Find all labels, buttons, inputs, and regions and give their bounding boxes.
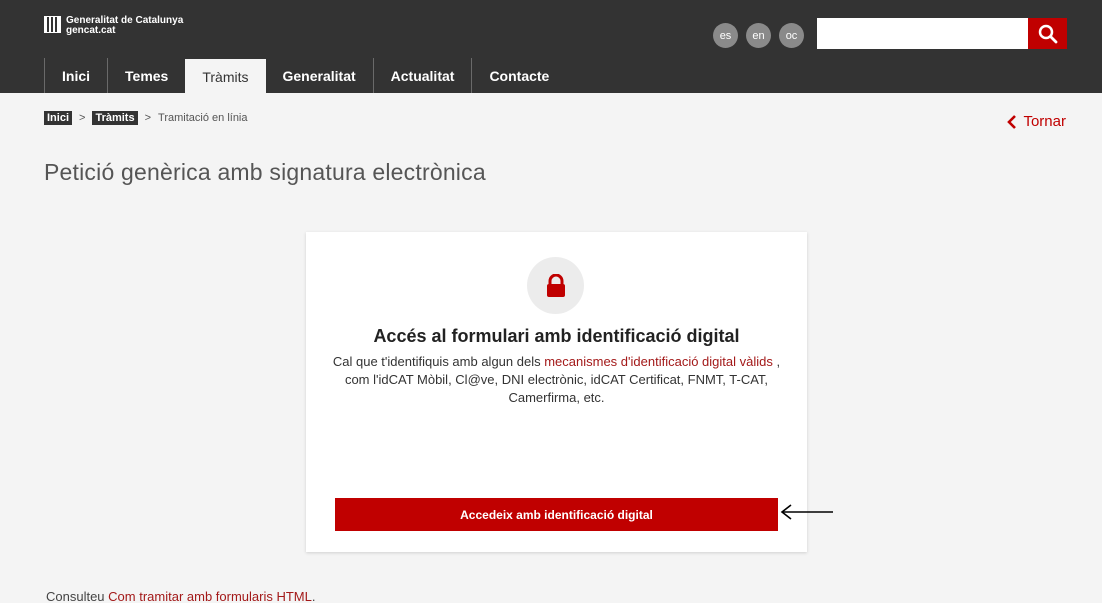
main-nav: Inici Temes Tràmits Generalitat Actualit… <box>44 58 566 94</box>
back-link[interactable]: Tornar <box>1007 113 1066 130</box>
nav-item-temes[interactable]: Temes <box>107 58 185 93</box>
breadcrumb-separator: > <box>144 112 152 124</box>
language-selector: es en oc <box>713 23 804 48</box>
footer-text: . <box>311 589 316 603</box>
identification-mechanisms-link[interactable]: mecanismes d'identificació digital vàlid… <box>544 354 773 369</box>
lock-badge <box>527 257 584 314</box>
nav-item-inici[interactable]: Inici <box>44 58 107 93</box>
nav-item-contacte[interactable]: Contacte <box>471 58 566 93</box>
lang-en[interactable]: en <box>746 23 771 48</box>
digital-id-access-button[interactable]: Accedeix amb identificació digital <box>335 498 778 531</box>
search-button[interactable] <box>1028 18 1067 49</box>
footer-text: Consulteu <box>46 589 109 603</box>
back-label: Tornar <box>1023 113 1066 130</box>
footer-help: Consulteu Com tramitar amb formularis HT… <box>46 589 315 603</box>
card-description: Cal que t'identifiquis amb algun dels me… <box>326 353 787 407</box>
lock-icon <box>546 273 565 297</box>
nav-item-actualitat[interactable]: Actualitat <box>372 58 472 93</box>
breadcrumb: Inici > Tràmits > Tramitació en línia <box>44 111 248 125</box>
arrow-left-icon <box>780 504 833 520</box>
breadcrumb-separator: > <box>79 112 86 124</box>
login-card: Accés al formulari amb identificació dig… <box>306 232 807 552</box>
search-input[interactable] <box>817 18 1028 49</box>
senyera-icon <box>44 16 61 33</box>
gencat-logo[interactable]: Generalitat de Catalunya gencat.cat <box>44 16 183 36</box>
lang-es[interactable]: es <box>713 23 738 48</box>
lang-oc[interactable]: oc <box>779 23 804 48</box>
breadcrumb-current: Tramitació en línia <box>158 112 248 124</box>
nav-item-tramits[interactable]: Tràmits <box>185 59 266 94</box>
nav-item-generalitat[interactable]: Generalitat <box>266 58 373 93</box>
card-title: Accés al formulari amb identificació dig… <box>373 326 740 346</box>
top-header: Generalitat de Catalunya gencat.cat es e… <box>0 0 1102 94</box>
search-icon <box>1038 24 1057 43</box>
page-title: Petició genèrica amb signatura electròni… <box>44 159 486 185</box>
logo-line2: gencat.cat <box>66 25 116 36</box>
breadcrumb-home[interactable]: Inici <box>44 111 73 125</box>
card-desc-text: Cal que t'identifiquis amb algun dels <box>332 354 545 369</box>
chevron-left-icon <box>1007 114 1017 129</box>
breadcrumb-tramits[interactable]: Tràmits <box>92 111 138 125</box>
html-forms-help-link[interactable]: Com tramitar amb formularis HTML <box>108 589 312 603</box>
